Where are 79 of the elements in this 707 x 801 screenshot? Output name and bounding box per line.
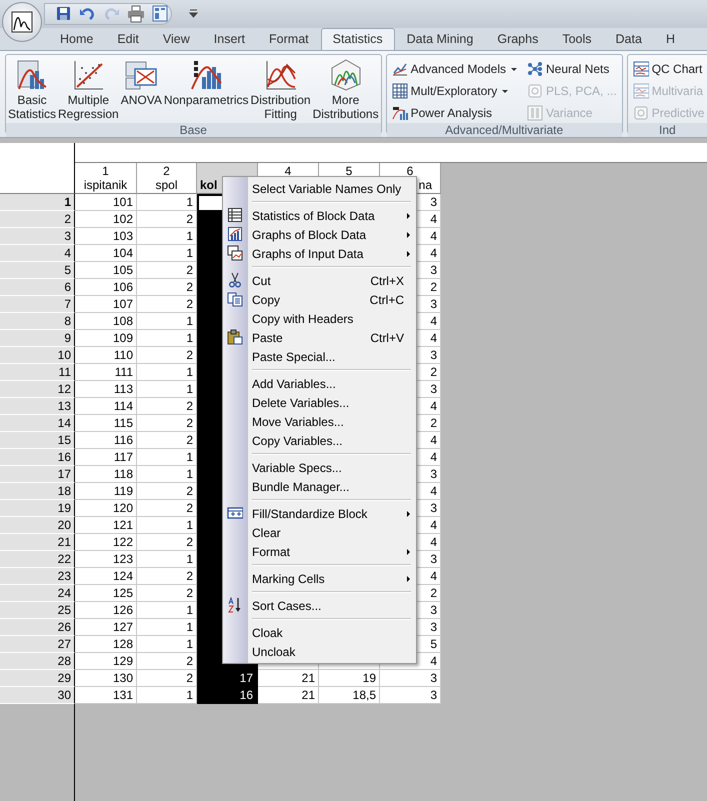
table-cell: 2 (137, 398, 197, 415)
column-name: ispitanik (82, 178, 128, 192)
table-cell: 1 (137, 364, 197, 381)
table-cell: 2 (137, 432, 197, 449)
table-cell: 105 (75, 262, 137, 279)
table-cell: 2 (137, 653, 197, 670)
table-cell: 1 (137, 330, 197, 347)
table-cell: 2 (137, 585, 197, 602)
table-cell: 103 (75, 228, 137, 245)
table-cell: 2 (137, 262, 197, 279)
table-cell: 2 (137, 534, 197, 551)
table-cell: 131 (75, 687, 137, 704)
column-name: spol (154, 178, 178, 192)
table-cell: 1 (137, 551, 197, 568)
group-label: Ind (628, 123, 707, 137)
table-cell: 117 (75, 449, 137, 466)
table-cell: 2 (137, 670, 197, 687)
table-cell: 109 (75, 330, 137, 347)
column-number: 5 (344, 164, 354, 178)
table-cell: 1 (137, 466, 197, 483)
table-cell: 130 (75, 670, 137, 687)
table-cell: 2 (137, 347, 197, 364)
table-cell: 21 (258, 687, 319, 704)
table-cell: 129 (75, 653, 137, 670)
table-cell: 1 (137, 602, 197, 619)
table-cell: 21 (258, 670, 319, 687)
table-cell: 128 (75, 636, 137, 653)
table-cell: 125 (75, 585, 137, 602)
column-name: na (418, 178, 433, 192)
table-cell: 108 (75, 313, 137, 330)
table-cell: 1 (137, 245, 197, 262)
table-cell: 101 (75, 194, 137, 211)
table-cell: 1 (137, 449, 197, 466)
table-cell: 1 (137, 313, 197, 330)
table-cell: 122 (75, 534, 137, 551)
table-cell: 1 (137, 517, 197, 534)
table-cell: 1 (137, 619, 197, 636)
table-cell: 107 (75, 296, 137, 313)
table-cell: 3 (380, 670, 441, 687)
table-cell: 123 (75, 551, 137, 568)
table-cell: 124 (75, 568, 137, 585)
column-number: 1 (101, 164, 110, 178)
table-cell: 2 (137, 296, 197, 313)
table-cell: 1 (137, 636, 197, 653)
table-cell: 2 (137, 415, 197, 432)
table-cell: 120 (75, 500, 137, 517)
table-cell: 121 (75, 517, 137, 534)
column-number: 2 (162, 164, 171, 178)
table-cell: 2 (137, 500, 197, 517)
table-cell: 1 (137, 228, 197, 245)
table-cell: 102 (75, 211, 137, 228)
column-number: 6 (406, 164, 414, 178)
table-cell: 1 (137, 381, 197, 398)
table-cell: 119 (75, 483, 137, 500)
table-cell: 116 (75, 432, 137, 449)
table-cell: 106 (75, 279, 137, 296)
table-cell: 118 (75, 466, 137, 483)
table-cell: 104 (75, 245, 137, 262)
table-cell: 1 (137, 194, 197, 211)
table-cell: 2 (137, 279, 197, 296)
table-cell: 111 (75, 364, 137, 381)
table-cell: 2 (137, 211, 197, 228)
table-cell: 127 (75, 619, 137, 636)
table-cell: 19 (319, 670, 380, 687)
table-cell: 17 (197, 670, 258, 687)
group-label: Base (6, 123, 381, 137)
table-cell: 115 (75, 415, 137, 432)
table-cell: 114 (75, 398, 137, 415)
table-cell: 2 (137, 483, 197, 500)
table-cell: 1 (137, 687, 197, 704)
table-cell: 126 (75, 602, 137, 619)
table-cell: 2 (137, 568, 197, 585)
table-cell: 18,5 (319, 687, 380, 704)
table-cell: 3 (380, 687, 441, 704)
table-cell: 110 (75, 347, 137, 364)
table-cell: 113 (75, 381, 137, 398)
group-label: Advanced/Multivariate (386, 123, 622, 137)
table-cell: 16 (197, 687, 258, 704)
column-number: 4 (284, 164, 292, 178)
